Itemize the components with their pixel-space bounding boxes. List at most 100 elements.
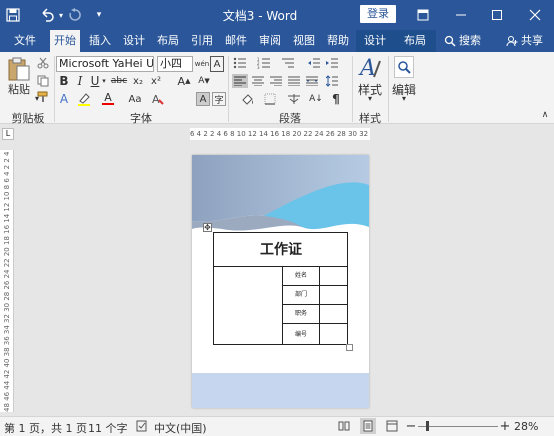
save-icon[interactable]: [4, 6, 22, 24]
highlight-icon[interactable]: [76, 92, 92, 106]
numbering-icon[interactable]: 123: [256, 56, 272, 70]
maximize-icon[interactable]: [488, 6, 506, 24]
web-layout-icon[interactable]: [386, 420, 398, 432]
subscript-button[interactable]: x₂: [130, 74, 146, 88]
badge-table[interactable]: 工作证 姓名 部门 职务 编号: [213, 232, 348, 345]
styles-gallery-icon[interactable]: A: [358, 54, 382, 80]
align-center-icon[interactable]: [250, 74, 266, 88]
ribbon: 粘贴 ▾ 剪贴板 Microsoft YaHei UI 小四 wén A B I…: [0, 52, 554, 125]
language-indicator[interactable]: 中文(中国): [154, 420, 207, 436]
sort-icon[interactable]: A↓: [308, 92, 324, 106]
enclosed-char-icon[interactable]: 字: [212, 92, 226, 106]
field-name-label: 姓名: [283, 267, 320, 285]
tab-home[interactable]: 开始: [50, 30, 80, 52]
strikethrough-button[interactable]: abc: [110, 74, 128, 88]
collapse-ribbon-icon[interactable]: ∧: [540, 110, 550, 120]
badge-title: 工作证: [214, 233, 348, 267]
tell-me-search[interactable]: 搜索: [456, 30, 484, 52]
multilevel-list-icon[interactable]: [280, 56, 296, 70]
shading-icon[interactable]: [240, 92, 256, 106]
table-row[interactable]: 职务: [282, 305, 348, 324]
font-size-select[interactable]: 小四: [157, 56, 193, 72]
tab-insert[interactable]: 插入: [86, 30, 114, 52]
line-spacing-icon[interactable]: [324, 74, 340, 88]
font-color-icon[interactable]: A: [100, 92, 116, 106]
clear-formatting-icon[interactable]: A: [150, 92, 166, 106]
vertical-ruler[interactable]: 48 46 44 42 40 38 36 34 32 30 28 26 24 2…: [0, 150, 14, 412]
font-name-select[interactable]: Microsoft YaHei UI: [56, 56, 154, 72]
format-painter-icon[interactable]: [36, 90, 50, 104]
italic-button[interactable]: I: [74, 74, 86, 88]
underline-dropdown-icon[interactable]: ▾: [101, 76, 107, 86]
find-icon[interactable]: [394, 56, 414, 78]
zoom-slider[interactable]: [418, 426, 498, 427]
page-count[interactable]: 第 1 页，共 1 页: [4, 420, 87, 436]
font-grow-icon[interactable]: A ▲: [176, 74, 192, 88]
align-right-icon[interactable]: [268, 74, 284, 88]
cut-icon[interactable]: [36, 56, 50, 70]
tab-references[interactable]: 引用: [188, 30, 216, 52]
ribbon-display-options-icon[interactable]: [414, 6, 432, 24]
status-bar: 第 1 页，共 1 页 11 个字 中文(中国) − + 28%: [0, 416, 554, 436]
zoom-slider-thumb[interactable]: [426, 421, 429, 431]
tab-table-layout[interactable]: 布局: [400, 30, 430, 52]
distributed-icon[interactable]: [304, 74, 320, 88]
svg-text:A: A: [152, 93, 160, 106]
show-marks-icon[interactable]: ¶: [328, 92, 344, 106]
tab-layout[interactable]: 布局: [154, 30, 182, 52]
svg-text:3: 3: [257, 65, 260, 69]
styles-dropdown-icon[interactable]: ▾: [366, 94, 374, 103]
read-mode-icon[interactable]: [338, 420, 350, 432]
proofing-icon[interactable]: [136, 420, 148, 432]
print-layout-icon[interactable]: [360, 418, 376, 434]
tab-table-design[interactable]: 设计: [360, 30, 390, 52]
zoom-out-icon[interactable]: −: [406, 419, 417, 434]
paste-icon[interactable]: [6, 56, 32, 82]
font-color-letter: A: [104, 91, 112, 104]
tab-selector-icon[interactable]: L: [2, 128, 14, 140]
quick-access-dropdown-icon[interactable]: ▾: [90, 6, 108, 24]
align-left-icon[interactable]: [232, 74, 248, 88]
bullets-icon[interactable]: [232, 56, 248, 70]
borders-icon[interactable]: [262, 92, 278, 106]
login-button[interactable]: 登录: [360, 5, 396, 23]
tab-review[interactable]: 审阅: [256, 30, 284, 52]
title-bar: ▾ ▾ 文档3 - Word 登录: [0, 0, 554, 30]
bold-button[interactable]: B: [58, 74, 70, 88]
font-shrink-icon[interactable]: A ▼: [196, 74, 212, 88]
ribbon-tabs: 文件 开始 插入 设计 布局 引用 邮件 审阅 视图 帮助 设计 布局 搜索 共…: [0, 30, 554, 52]
zoom-level[interactable]: 28%: [514, 420, 538, 433]
editing-dropdown-icon[interactable]: ▾: [400, 94, 408, 103]
char-border-icon[interactable]: A: [210, 56, 224, 72]
text-effects-icon[interactable]: A: [56, 92, 72, 106]
justify-icon[interactable]: [286, 74, 302, 88]
wen-phonetic-icon[interactable]: wén: [195, 56, 209, 72]
tab-view[interactable]: 视图: [290, 30, 318, 52]
change-case-button[interactable]: Aa: [124, 92, 146, 106]
tab-mailings[interactable]: 邮件: [222, 30, 250, 52]
table-row[interactable]: 编号: [282, 324, 348, 345]
share-button[interactable]: 共享: [518, 30, 546, 52]
chinese-layout-icon[interactable]: [286, 92, 302, 106]
paste-button[interactable]: 粘贴: [4, 82, 34, 96]
table-resize-handle[interactable]: [346, 344, 353, 351]
zoom-in-icon[interactable]: +: [500, 419, 511, 434]
decrease-indent-icon[interactable]: [306, 56, 322, 70]
table-row[interactable]: 部门: [282, 286, 348, 305]
table-row[interactable]: 姓名: [282, 267, 348, 286]
table-move-handle-icon[interactable]: ✥: [203, 223, 212, 232]
redo-icon[interactable]: [66, 6, 84, 24]
horizontal-ruler[interactable]: 6 4 2 2 4 6 8 10 12 14 16 18 20 22 24 26…: [190, 128, 370, 140]
tab-file[interactable]: 文件: [8, 30, 42, 52]
tab-design[interactable]: 设计: [120, 30, 148, 52]
increase-indent-icon[interactable]: [324, 56, 340, 70]
underline-button[interactable]: U: [89, 74, 101, 88]
tab-help[interactable]: 帮助: [324, 30, 352, 52]
minimize-icon[interactable]: [452, 6, 470, 24]
copy-icon[interactable]: [36, 74, 50, 88]
superscript-button[interactable]: x²: [148, 74, 164, 88]
vertical-ruler-ticks: 48 46 44 42 40 38 36 34 32 30 28 26 24 2…: [3, 150, 11, 412]
word-count[interactable]: 11 个字: [88, 420, 128, 436]
close-icon[interactable]: [526, 6, 544, 24]
char-shading-icon[interactable]: A: [196, 92, 210, 106]
